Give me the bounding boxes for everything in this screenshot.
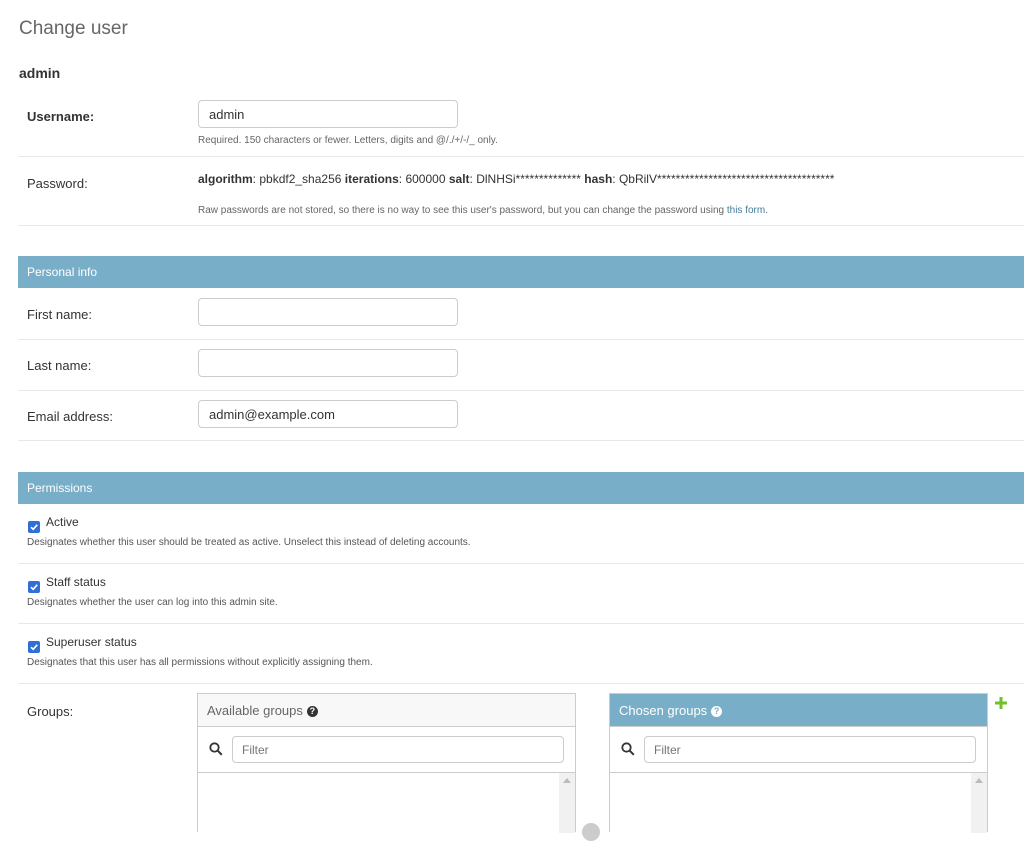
- salt-value: DlNHSi**************: [476, 172, 581, 186]
- available-groups-title: Available groups: [207, 703, 303, 718]
- chosen-scrollbar[interactable]: [971, 773, 987, 833]
- first-name-row: First name:: [18, 288, 1024, 340]
- object-title: admin: [19, 65, 61, 81]
- help-icon: ?: [711, 706, 723, 718]
- scroll-up-icon[interactable]: [975, 778, 983, 783]
- last-name-row: Last name:: [18, 339, 1024, 391]
- change-user-page: Change user admin Username: Required. 15…: [0, 0, 1024, 841]
- checkbox-check-icon: [30, 644, 38, 651]
- algorithm-value: pbkdf2_sha256: [259, 172, 342, 186]
- available-scrollbar[interactable]: [559, 773, 575, 833]
- hash-label: hash: [584, 172, 613, 186]
- chosen-groups-selector: Chosen groups?: [609, 693, 988, 833]
- active-checkbox[interactable]: [28, 521, 40, 533]
- salt-label: salt: [448, 172, 470, 186]
- staff-checkbox[interactable]: [28, 581, 40, 593]
- superuser-row: Superuser status Designates that this us…: [18, 635, 1024, 684]
- help-icon: ?: [306, 706, 318, 718]
- permissions-header: Permissions: [18, 472, 1024, 504]
- hash-value: QbRilV**********************************…: [618, 172, 835, 186]
- staff-label[interactable]: Staff status: [46, 575, 106, 589]
- staff-row: Staff status Designates whether the user…: [18, 575, 1024, 624]
- available-groups-filter[interactable]: [232, 736, 564, 763]
- available-groups-selector: Available groups?: [197, 693, 576, 833]
- groups-label: Groups:: [27, 704, 74, 719]
- change-password-link[interactable]: this form: [727, 205, 765, 216]
- username-input[interactable]: [198, 100, 458, 128]
- move-choice-icon[interactable]: [582, 823, 600, 841]
- search-icon: [621, 742, 635, 756]
- iterations-label: iterations: [344, 172, 399, 186]
- checkbox-check-icon: [30, 584, 38, 591]
- available-filter-row: [198, 727, 575, 773]
- last-name-label: Last name:: [27, 358, 92, 373]
- available-groups-header: Available groups?: [198, 694, 575, 727]
- scroll-up-icon[interactable]: [563, 778, 571, 783]
- add-icon[interactable]: [994, 696, 1008, 710]
- active-label[interactable]: Active: [46, 515, 79, 529]
- personal-info-header: Personal info: [18, 256, 1024, 288]
- superuser-label[interactable]: Superuser status: [46, 635, 137, 649]
- first-name-label: First name:: [27, 307, 93, 322]
- iterations-value: 600000: [405, 172, 446, 186]
- checkbox-check-icon: [30, 524, 38, 531]
- staff-help: Designates whether the user can log into…: [27, 597, 278, 608]
- chosen-groups-list[interactable]: [610, 773, 987, 833]
- superuser-help: Designates that this user has all permis…: [27, 657, 373, 668]
- password-hash-summary: algorithm: pbkdf2_sha256 iterations: 600…: [198, 172, 835, 186]
- email-input[interactable]: [198, 400, 458, 428]
- last-name-input[interactable]: [198, 349, 458, 377]
- available-groups-list[interactable]: [198, 773, 575, 833]
- superuser-checkbox[interactable]: [28, 641, 40, 653]
- username-help: Required. 150 characters or fewer. Lette…: [198, 135, 498, 146]
- chosen-groups-title: Chosen groups: [619, 703, 708, 718]
- email-row: Email address:: [18, 390, 1024, 441]
- password-help-text: Raw passwords are not stored, so there i…: [198, 205, 727, 216]
- password-help-suffix: .: [765, 205, 768, 216]
- password-help: Raw passwords are not stored, so there i…: [198, 205, 768, 216]
- password-row: Password: algorithm: pbkdf2_sha256 itera…: [18, 157, 1024, 226]
- page-title: Change user: [19, 18, 128, 39]
- username-row: Username: Required. 150 characters or fe…: [18, 92, 1024, 157]
- first-name-input[interactable]: [198, 298, 458, 326]
- search-icon: [209, 742, 223, 756]
- chosen-groups-filter[interactable]: [644, 736, 976, 763]
- email-label: Email address:: [27, 409, 113, 424]
- username-label: Username:: [27, 109, 95, 124]
- active-row: Active Designates whether this user shou…: [18, 515, 1024, 564]
- chosen-filter-row: [610, 727, 987, 773]
- active-help: Designates whether this user should be t…: [27, 537, 471, 548]
- password-label: Password:: [27, 176, 88, 191]
- chosen-groups-header: Chosen groups?: [610, 694, 987, 727]
- algorithm-label: algorithm: [198, 172, 253, 186]
